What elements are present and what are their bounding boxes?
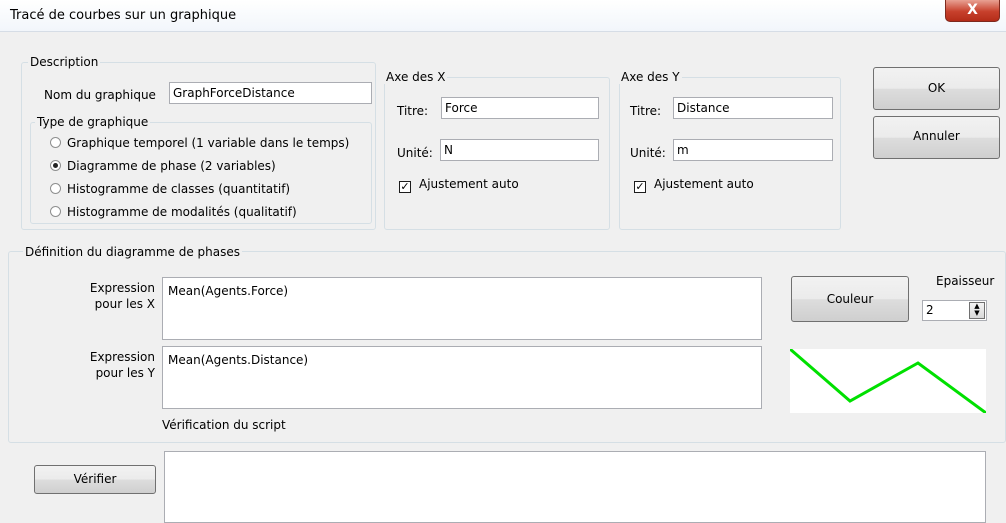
cancel-button[interactable]: Annuler bbox=[873, 116, 1000, 159]
expr-y-label-line2: pour les Y bbox=[95, 366, 155, 380]
close-icon: X bbox=[967, 2, 978, 18]
type-class-histogram-label: Histogramme de classes (quantitatif) bbox=[67, 182, 291, 196]
y-auto-fit-checkbox[interactable]: ✓ Ajustement auto bbox=[634, 177, 754, 193]
graph-name-label: Nom du graphique bbox=[44, 88, 156, 102]
y-title-label: Titre: bbox=[630, 104, 662, 118]
expr-y-label-line1: Expression bbox=[89, 350, 155, 364]
title-bar: Tracé de courbes sur un graphique X bbox=[0, 0, 1006, 32]
spin-arrows-icon[interactable]: ▲ ▼ bbox=[969, 302, 985, 319]
color-button[interactable]: Couleur bbox=[791, 276, 909, 322]
expr-y-textarea[interactable]: Mean(Agents.Distance) bbox=[162, 346, 762, 409]
y-axis-group-title: Axe des Y bbox=[619, 70, 682, 84]
script-check-label: Vérification du script bbox=[162, 418, 286, 432]
description-group-title: Description bbox=[28, 55, 101, 69]
y-unit-input[interactable]: m bbox=[673, 139, 833, 161]
close-button[interactable]: X bbox=[945, 0, 1000, 22]
ok-label: OK bbox=[927, 81, 946, 95]
x-title-label: Titre: bbox=[397, 104, 429, 118]
expr-x-textarea[interactable]: Mean(Agents.Force) bbox=[162, 277, 762, 340]
expr-x-label-line1: Expression bbox=[89, 281, 155, 295]
window-title: Tracé de courbes sur un graphique bbox=[10, 8, 237, 23]
verify-label: Vérifier bbox=[73, 472, 117, 486]
y-title-input[interactable]: Distance bbox=[673, 97, 833, 119]
x-auto-label: Ajustement auto bbox=[419, 177, 519, 191]
cancel-label: Annuler bbox=[913, 129, 960, 143]
phase-definition-group-title: Définition du diagramme de phases bbox=[23, 245, 243, 259]
radio-temporal[interactable] bbox=[50, 137, 61, 148]
verify-output-box[interactable] bbox=[164, 451, 986, 523]
thickness-spinner[interactable]: 2 ▲ ▼ bbox=[922, 300, 987, 321]
type-option-temporal[interactable]: Graphique temporel (1 variable dans le t… bbox=[50, 136, 349, 152]
radio-class-histogram[interactable] bbox=[50, 183, 61, 194]
type-modality-histogram-label: Histogramme de modalités (qualitatif) bbox=[67, 205, 297, 219]
color-label: Couleur bbox=[826, 292, 874, 306]
expr-x-label-line2: pour les X bbox=[94, 297, 155, 311]
y-auto-check-icon[interactable]: ✓ bbox=[634, 181, 646, 193]
y-unit-label: Unité: bbox=[630, 146, 666, 160]
y-auto-label: Ajustement auto bbox=[654, 177, 754, 191]
line-preview-graphic bbox=[789, 347, 987, 415]
x-axis-group-title: Axe des X bbox=[384, 70, 448, 84]
type-option-modality-histogram[interactable]: Histogramme de modalités (qualitatif) bbox=[50, 205, 297, 221]
thickness-value[interactable]: 2 bbox=[926, 303, 934, 318]
x-title-input[interactable]: Force bbox=[441, 97, 599, 119]
type-option-class-histogram[interactable]: Histogramme de classes (quantitatif) bbox=[50, 182, 290, 198]
radio-modality-histogram[interactable] bbox=[50, 206, 61, 217]
radio-phase[interactable] bbox=[50, 160, 61, 171]
type-option-phase[interactable]: Diagramme de phase (2 variables) bbox=[50, 159, 276, 175]
thickness-label: Epaisseur bbox=[936, 274, 995, 288]
type-phase-label: Diagramme de phase (2 variables) bbox=[67, 159, 276, 173]
x-auto-check-icon[interactable]: ✓ bbox=[399, 181, 411, 193]
graph-type-group-title: Type de graphique bbox=[35, 115, 151, 129]
graph-name-input[interactable]: GraphForceDistance bbox=[169, 82, 372, 104]
line-preview-stroke bbox=[789, 347, 987, 415]
x-unit-label: Unité: bbox=[397, 146, 433, 160]
x-auto-fit-checkbox[interactable]: ✓ Ajustement auto bbox=[399, 177, 519, 193]
verify-button[interactable]: Vérifier bbox=[34, 465, 156, 494]
type-temporal-label: Graphique temporel (1 variable dans le t… bbox=[67, 136, 350, 150]
x-unit-input[interactable]: N bbox=[440, 139, 599, 161]
line-preview bbox=[789, 347, 987, 415]
ok-button[interactable]: OK bbox=[873, 67, 1000, 110]
